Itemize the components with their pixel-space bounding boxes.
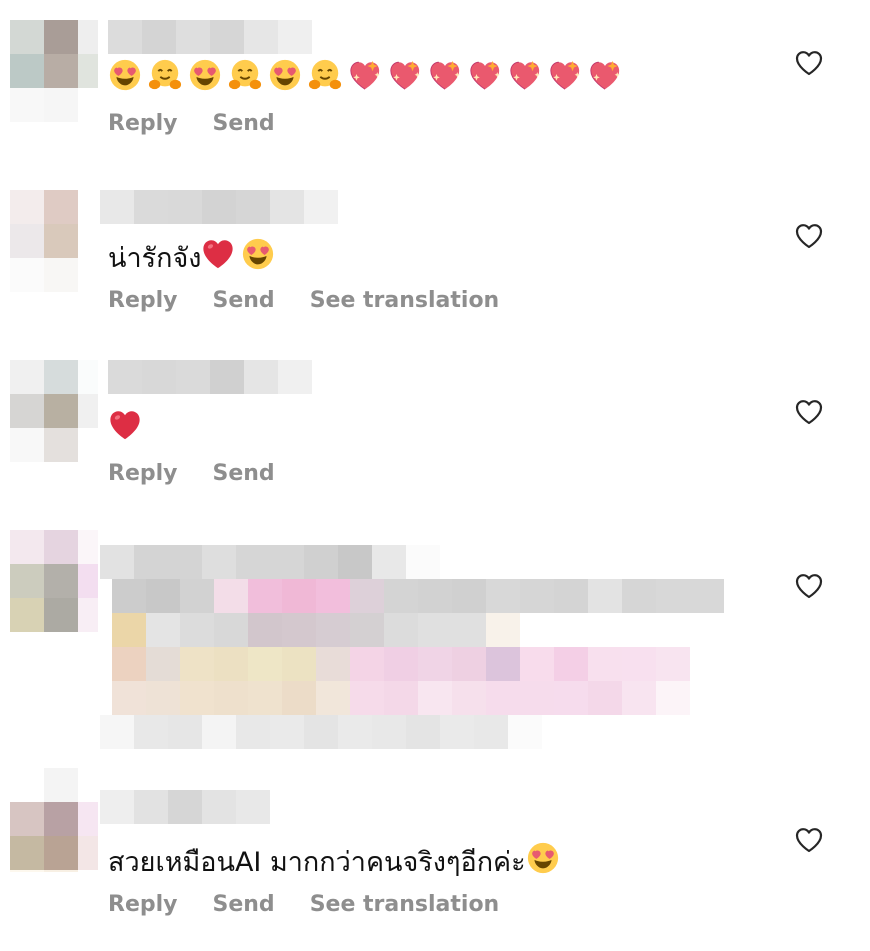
hug-emoji-icon — [148, 58, 182, 92]
username-blurred[interactable] — [100, 790, 270, 824]
red-heart-emoji-icon — [108, 408, 142, 442]
reply-button[interactable]: Reply — [108, 111, 178, 136]
send-button[interactable]: Send — [213, 288, 275, 313]
sparkling-heart-emoji-icon — [388, 58, 422, 92]
send-button[interactable]: Send — [213, 892, 275, 917]
heart-eyes-emoji-icon — [188, 58, 222, 92]
sparkling-heart-emoji-icon — [468, 58, 502, 92]
username-blurred[interactable] — [108, 360, 312, 394]
reply-button[interactable]: Reply — [108, 461, 178, 486]
blurred-content-row — [100, 715, 542, 749]
avatar[interactable] — [10, 768, 98, 872]
emoji-row — [526, 841, 566, 882]
hug-emoji-icon — [228, 58, 262, 92]
like-heart-icon[interactable] — [795, 399, 823, 425]
comment-text-content: น่ารักจัง — [108, 243, 202, 274]
avatar[interactable] — [10, 20, 98, 124]
heart-eyes-emoji-icon — [526, 841, 560, 875]
blurred-content-row — [100, 545, 440, 579]
see-translation-button[interactable]: See translation — [310, 288, 500, 313]
comment-actions: Reply Send See translation — [108, 892, 499, 917]
blurred-content-row — [112, 647, 690, 681]
sparkling-heart-emoji-icon — [508, 58, 542, 92]
blurred-content-row — [112, 613, 554, 647]
blurred-content-row — [112, 681, 690, 715]
reply-button[interactable]: Reply — [108, 892, 178, 917]
comment-text: น่ารักจัง — [108, 236, 281, 279]
red-heart-emoji-icon — [201, 237, 235, 271]
emoji-row — [108, 58, 628, 99]
like-heart-icon[interactable] — [795, 50, 823, 76]
comment-text-content: สวยเหมือนAI มากกว่าคนจริงๆอีกค่ะ — [108, 847, 526, 878]
emoji-row — [108, 408, 148, 449]
comment-text — [108, 408, 148, 449]
comment-actions: Reply Send — [108, 111, 275, 136]
blurred-content-row — [112, 579, 724, 613]
heart-eyes-emoji-icon — [241, 237, 275, 271]
see-translation-button[interactable]: See translation — [310, 892, 500, 917]
avatar[interactable] — [10, 360, 98, 464]
heart-eyes-emoji-icon — [268, 58, 302, 92]
hug-emoji-icon — [308, 58, 342, 92]
like-heart-icon[interactable] — [795, 223, 823, 249]
username-blurred[interactable] — [100, 190, 338, 224]
sparkling-heart-emoji-icon — [428, 58, 462, 92]
avatar[interactable] — [10, 530, 98, 634]
comment-actions: Reply Send — [108, 461, 275, 486]
heart-eyes-emoji-icon — [108, 58, 142, 92]
comment-text: สวยเหมือนAI มากกว่าคนจริงๆอีกค่ะ — [108, 840, 566, 883]
comment-text — [108, 58, 628, 99]
comment-actions: Reply Send See translation — [108, 288, 499, 313]
like-heart-icon[interactable] — [795, 573, 823, 599]
send-button[interactable]: Send — [213, 461, 275, 486]
emoji-row — [201, 237, 281, 278]
sparkling-heart-emoji-icon — [588, 58, 622, 92]
like-heart-icon[interactable] — [795, 827, 823, 853]
reply-button[interactable]: Reply — [108, 288, 178, 313]
sparkling-heart-emoji-icon — [548, 58, 582, 92]
avatar[interactable] — [10, 190, 98, 294]
username-blurred[interactable] — [108, 20, 312, 54]
sparkling-heart-emoji-icon — [348, 58, 382, 92]
send-button[interactable]: Send — [213, 111, 275, 136]
